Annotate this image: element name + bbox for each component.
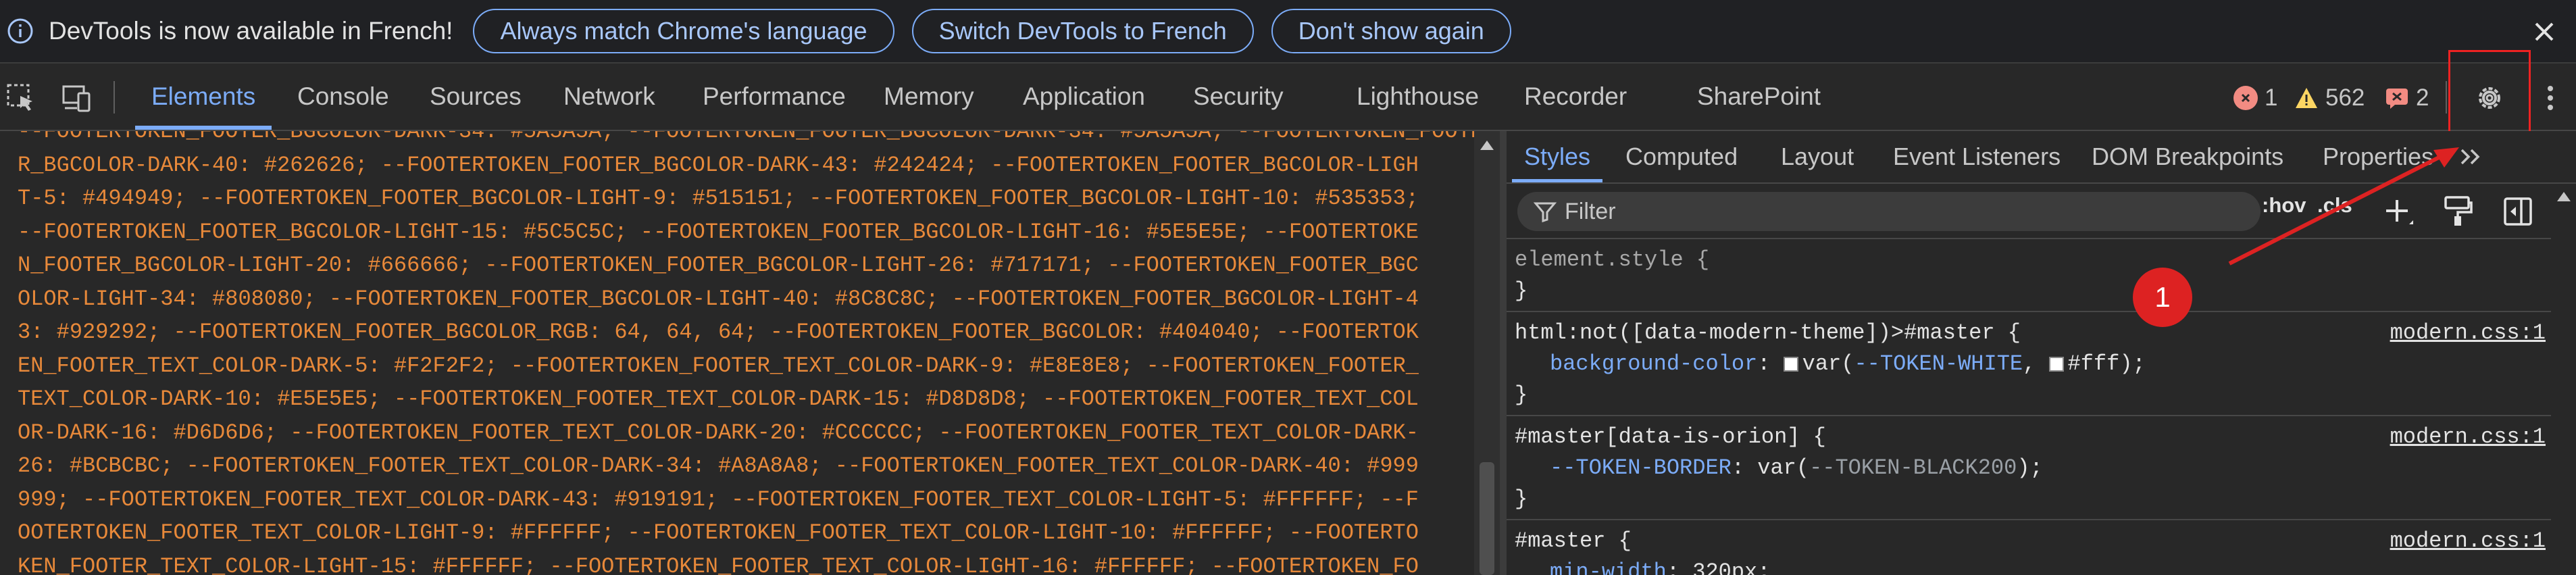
tab-sharepoint[interactable]: SharePoint <box>1697 64 1821 130</box>
property-name[interactable]: min-width <box>1550 559 1667 575</box>
code-line: EN_FOOTER_TEXT_COLOR-DARK-5: #F2F2F2; --… <box>18 353 1419 378</box>
close-icon[interactable] <box>2527 15 2561 49</box>
tab-application[interactable]: Application <box>1023 64 1145 130</box>
always-match-language-button[interactable]: Always match Chrome's language <box>473 9 894 53</box>
property-name[interactable]: --TOKEN-BORDER <box>1550 455 1732 480</box>
value-text: var( <box>1802 351 1854 376</box>
value-text: , <box>2023 351 2049 376</box>
pane-splitter[interactable] <box>1500 131 1507 575</box>
error-count-badge[interactable]: 1 <box>2233 81 2277 115</box>
style-rule[interactable]: #master { modern.css:1 min-width: 320px; <box>1507 520 2554 575</box>
value-text: var( <box>1757 455 1810 480</box>
tab-elements[interactable]: Elements <box>134 64 272 130</box>
code-line: OOTERTOKEN_FOOTER_TEXT_COLOR-LIGHT-9: #F… <box>18 520 1419 545</box>
code-line: OR-DARK-16: #D6D6D6; --FOOTERTOKEN_FOOTE… <box>18 420 1419 445</box>
tab-computed[interactable]: Computed <box>1625 131 1738 182</box>
code-line: --FOOTERTOKEN_FOOTER_BGCOLOR-DARK-34: #5… <box>18 131 1484 144</box>
error-count: 1 <box>2265 84 2278 111</box>
toolbar-separator <box>113 81 115 114</box>
css-variable[interactable]: --TOKEN-BLACK200 <box>1809 455 2017 480</box>
warning-count-badge[interactable]: 562 <box>2294 81 2365 115</box>
code-line: OLOR-LIGHT-34: #808080; --FOOTERTOKEN_FO… <box>18 286 1419 311</box>
rule-source-link[interactable]: modern.css:1 <box>2390 318 2546 349</box>
tab-memory[interactable]: Memory <box>884 64 974 130</box>
toolbar-separator <box>2446 81 2447 114</box>
filter-icon <box>1534 202 1557 223</box>
tab-console[interactable]: Console <box>297 64 389 130</box>
devtools-toolbar: Elements Console Sources Network Perform… <box>0 64 2576 131</box>
scrollbar-thumb[interactable] <box>1480 462 1494 575</box>
styles-scrollbar[interactable] <box>2551 184 2576 575</box>
device-toolbar-icon[interactable] <box>59 81 93 115</box>
declaration[interactable]: background-color: var(--TOKEN-WHITE, #ff… <box>1515 349 2546 380</box>
code-line: 3: #929292; --FOOTERTOKEN_FOOTER_BGCOLOR… <box>18 320 1419 345</box>
infobar-message: DevTools is now available in French! <box>49 17 453 45</box>
issues-count: 2 <box>2416 84 2429 111</box>
value-text: ); <box>2119 351 2146 376</box>
tab-recorder[interactable]: Recorder <box>1524 64 1627 130</box>
rule-close: } <box>1515 382 1528 407</box>
warning-icon <box>2294 86 2319 109</box>
fallback-value: #fff <box>2067 351 2120 376</box>
inspect-element-icon[interactable] <box>4 81 38 115</box>
value-text: ); <box>2017 455 2043 480</box>
style-rule[interactable]: #master[data-is-orion] { modern.css:1 --… <box>1507 416 2554 520</box>
error-icon <box>2233 86 2258 110</box>
filter-input[interactable]: Filter <box>1517 192 2261 231</box>
tab-sources[interactable]: Sources <box>430 64 522 130</box>
info-icon <box>5 16 35 46</box>
property-name[interactable]: background-color <box>1550 351 1757 376</box>
dom-pane-scrollbar[interactable] <box>1474 131 1500 575</box>
tab-event-listeners[interactable]: Event Listeners <box>1893 131 2061 182</box>
code-line: 999; --FOOTERTOKEN_FOOTER_TEXT_COLOR-DAR… <box>18 486 1419 512</box>
code-line: --FOOTERTOKEN_FOOTER_BGCOLOR-LIGHT-15: #… <box>18 219 1419 245</box>
filter-placeholder: Filter <box>1565 198 1616 224</box>
color-swatch[interactable] <box>1783 356 1798 372</box>
code-line: 26: #BCBCBC; --FOOTERTOKEN_FOOTER_TEXT_C… <box>18 453 1419 478</box>
css-variable[interactable]: --TOKEN-WHITE <box>1854 351 2023 376</box>
issues-icon <box>2385 87 2409 109</box>
declaration[interactable]: min-width: 320px; <box>1515 557 2546 575</box>
tab-styles[interactable]: Styles <box>1511 131 1603 182</box>
rule-close: } <box>1515 486 1528 511</box>
code-line: R_BGCOLOR-DARK-40: #262626; --FOOTERTOKE… <box>18 152 1419 178</box>
code-line: TEXT_COLOR-DARK-10: #E5E5E5; --FOOTERTOK… <box>18 386 1419 411</box>
elements-dom-pane[interactable]: --FOOTERTOKEN_FOOTER_BGCOLOR-DARK-34: #5… <box>0 131 1486 575</box>
style-rules-list: element.style { } html:not([data-modern-… <box>1507 239 2554 575</box>
rule-source-link[interactable]: modern.css:1 <box>2390 526 2546 557</box>
tab-layout[interactable]: Layout <box>1781 131 1854 182</box>
annotation-arrow <box>2228 147 2459 266</box>
rule-close: } <box>1515 278 1528 303</box>
rule-source-link[interactable]: modern.css:1 <box>2390 422 2546 453</box>
issues-count-badge[interactable]: 2 <box>2385 81 2429 115</box>
tab-lighthouse[interactable]: Lighthouse <box>1357 64 1479 130</box>
scroll-up-arrow-icon[interactable] <box>2557 192 2571 201</box>
code-line: T-5: #494949; --FOOTERTOKEN_FOOTER_BGCOL… <box>18 186 1419 211</box>
tab-security[interactable]: Security <box>1193 64 1284 130</box>
declaration[interactable]: --TOKEN-BORDER: var(--TOKEN-BLACK200); <box>1515 453 2546 484</box>
style-rule[interactable]: html:not([data-modern-theme])>#master { … <box>1507 312 2554 416</box>
more-options-icon[interactable] <box>2533 81 2567 115</box>
scroll-up-arrow-icon[interactable] <box>1480 141 1494 150</box>
language-infobar: DevTools is now available in French! Alw… <box>0 0 2576 64</box>
dont-show-again-button[interactable]: Don't show again <box>1271 9 1511 53</box>
code-line: N_FOOTER_BGCOLOR-LIGHT-20: #666666; --FO… <box>18 253 1419 278</box>
switch-to-french-button[interactable]: Switch DevTools to French <box>911 9 1254 53</box>
warning-count: 562 <box>2325 84 2365 111</box>
annotation-step-marker: 1 <box>2133 268 2192 327</box>
tab-network[interactable]: Network <box>563 64 655 130</box>
color-swatch[interactable] <box>2048 356 2064 372</box>
value-text: 320px; <box>1692 559 1771 575</box>
code-line: KEN_FOOTER_TEXT_COLOR-LIGHT-15: #FFFFFF;… <box>18 553 1419 575</box>
tab-performance[interactable]: Performance <box>703 64 846 130</box>
